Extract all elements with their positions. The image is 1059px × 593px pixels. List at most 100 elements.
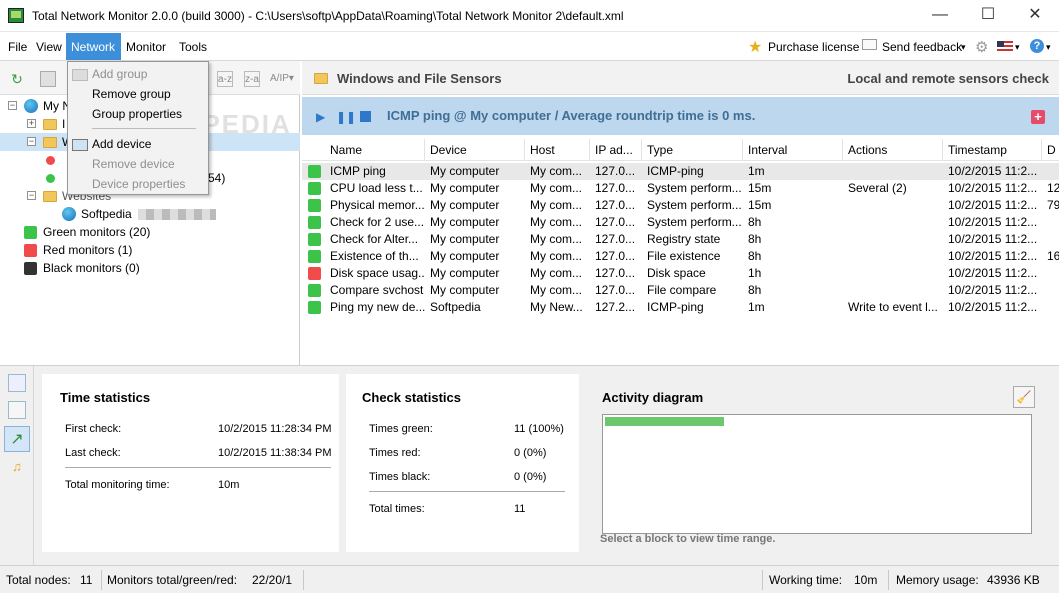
play-icon[interactable]: ▶ [316, 110, 325, 124]
table-row[interactable]: Disk space usag... My computer My com... 12… [302, 265, 1059, 282]
bell-icon[interactable]: ♫ [8, 458, 26, 476]
stop-icon[interactable] [360, 111, 371, 122]
document-icon[interactable] [8, 401, 26, 419]
refresh-icon[interactable]: ↻ [9, 71, 25, 87]
purchase-license-link[interactable]: Purchase license [768, 40, 859, 54]
column-header[interactable]: Actions [843, 139, 943, 161]
cell-ip: 127.0... [595, 232, 636, 246]
activity-diagram-panel: Activity diagram 🧹 [586, 374, 1047, 552]
sort-za-icon[interactable]: z-a [244, 71, 260, 87]
column-header[interactable]: Interval [743, 139, 843, 161]
divider [101, 570, 102, 590]
language-chevron-down-icon[interactable]: ▾ [1015, 42, 1020, 53]
activity-block[interactable] [605, 417, 724, 426]
column-header[interactable]: Name [325, 139, 425, 161]
menu-item-remove-device[interactable]: Remove device [92, 157, 175, 171]
table-row[interactable]: Check for Alter... My computer My com... 12… [302, 231, 1059, 248]
menu-separator [92, 128, 196, 129]
cell-type: File compare [647, 283, 717, 297]
cell-actions [843, 282, 943, 299]
table-row[interactable]: Compare svchost My computer My com... 127.0… [302, 282, 1059, 299]
title-bar: Total Network Monitor 2.0.0 (build 3000)… [0, 0, 1059, 32]
tree-node-softpedia[interactable]: Softpedia [0, 205, 300, 223]
chart-trend-icon[interactable]: ↗ [4, 426, 30, 452]
filter-red-monitors[interactable]: Red monitors (1) [0, 241, 300, 259]
feedback-chevron-down-icon[interactable]: ▾ [961, 42, 966, 53]
cell-type: ICMP-ping [647, 164, 704, 178]
help-chevron-down-icon[interactable]: ▾ [1046, 42, 1051, 53]
column-header[interactable]: D [1042, 139, 1059, 161]
menu-file[interactable]: File [6, 40, 29, 54]
cell-host: My New... [530, 300, 583, 314]
us-flag-icon[interactable] [997, 41, 1013, 52]
table-row[interactable]: Ping my new de... Softpedia My New... 127.2… [302, 299, 1059, 316]
send-feedback-link[interactable]: Send feedback [882, 40, 962, 54]
add-monitor-button[interactable]: + [1031, 110, 1045, 124]
filter-green-monitors[interactable]: Green monitors (20) [0, 223, 300, 241]
activity-diagram[interactable] [602, 414, 1032, 534]
collapse-icon[interactable]: − [8, 101, 17, 110]
new-folder-icon[interactable] [40, 71, 56, 87]
table-row[interactable]: ICMP ping My computer My com... 127.0... ICM… [302, 163, 1059, 180]
cell-timestamp: 10/2/2015 11:2... [948, 283, 1038, 297]
filter-black-monitors[interactable]: Black monitors (0) [0, 259, 300, 277]
table-row[interactable]: Physical memor... My computer My com... 127… [302, 197, 1059, 214]
cell-device: My computer [430, 215, 500, 229]
menu-item-group-properties[interactable]: Group properties [92, 107, 182, 121]
cell-type: ICMP-ping [647, 300, 704, 314]
gear-icon[interactable]: ⚙ [975, 38, 988, 56]
close-button[interactable]: ✕ [1012, 0, 1058, 32]
column-header[interactable]: Type [642, 139, 743, 161]
column-header[interactable]: Timestamp [943, 139, 1042, 161]
cell-timestamp: 10/2/2015 11:2... [948, 249, 1038, 263]
menu-view[interactable]: View [34, 40, 64, 54]
menu-tools[interactable]: Tools [177, 40, 209, 54]
table-row[interactable]: Check for 2 use... My computer My com... 12… [302, 214, 1059, 231]
table-row[interactable]: CPU load less t... My computer My com... 12… [302, 180, 1059, 197]
tree-label: Softpedia [81, 207, 132, 221]
column-header[interactable]: Device [425, 139, 525, 161]
cell-ip: 127.0... [595, 266, 636, 280]
globe-icon [62, 207, 76, 221]
cell-actions [843, 214, 943, 231]
total-nodes-value: 11 [80, 573, 93, 587]
collapse-icon[interactable]: − [27, 191, 36, 200]
expand-icon[interactable]: + [27, 119, 36, 128]
sort-ip-icon[interactable]: A/IP▾ [270, 71, 294, 87]
collapse-icon[interactable]: − [27, 137, 36, 146]
cell-d: 12 [1047, 181, 1059, 195]
cell-name: Existence of th... [330, 249, 419, 263]
cell-d [1042, 231, 1059, 248]
pages-icon[interactable] [8, 374, 26, 392]
pause-icon[interactable]: ❚❚ [336, 110, 356, 124]
cell-device: My computer [430, 249, 500, 263]
divider [303, 570, 304, 590]
side-toolbar: ↗ ♫ [0, 366, 34, 566]
cell-timestamp: 10/2/2015 11:2... [948, 232, 1038, 246]
menu-bar: File View Monitor Tools ★ Purchase licen… [0, 33, 1059, 60]
clear-brush-button[interactable]: 🧹 [1013, 386, 1035, 408]
cell-d [1042, 214, 1059, 231]
cell-timestamp: 10/2/2015 11:2... [948, 300, 1038, 314]
cell-device: My computer [430, 232, 500, 246]
menu-network[interactable]: Network [66, 33, 121, 60]
working-time-value: 10m [854, 573, 878, 587]
column-header[interactable]: Host [525, 139, 590, 161]
menu-item-add-group[interactable]: Add group [92, 67, 147, 81]
minimize-button[interactable]: — [917, 0, 963, 32]
table-row[interactable]: Existence of th... My computer My com... 12… [302, 248, 1059, 265]
menu-item-add-device[interactable]: Add device [92, 137, 151, 151]
help-icon[interactable]: ? [1030, 39, 1044, 53]
sort-az-icon[interactable]: a-z [217, 71, 233, 87]
menu-item-device-properties[interactable]: Device properties [92, 177, 185, 191]
table-header: Name Device Host IP ad... Type Interval Action… [302, 139, 1059, 161]
cell-d [1042, 282, 1059, 299]
divider [762, 570, 763, 590]
menu-item-remove-group[interactable]: Remove group [92, 87, 171, 101]
menu-monitor[interactable]: Monitor [124, 40, 168, 54]
first-check-value: 10/2/2015 11:28:34 PM [218, 423, 332, 435]
green-status-icon [308, 199, 321, 212]
times-green-label: Times green: [369, 423, 433, 435]
column-header[interactable]: IP ad... [590, 139, 642, 161]
maximize-button[interactable]: ☐ [965, 0, 1011, 32]
